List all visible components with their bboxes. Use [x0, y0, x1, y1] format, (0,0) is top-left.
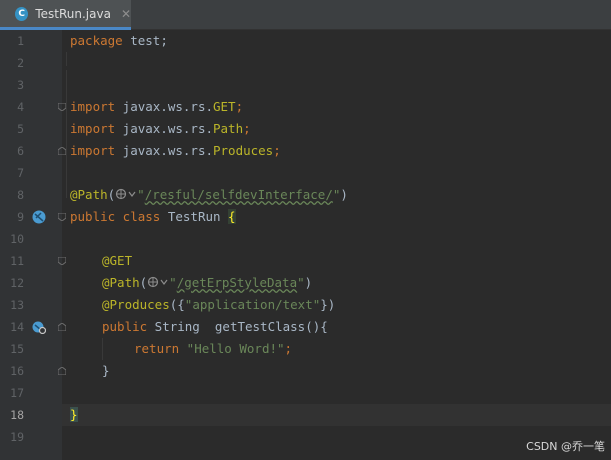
line-number: 18: [10, 408, 24, 422]
line-number: 2: [17, 56, 24, 70]
code-text: import javax.ws.rs.GET;: [70, 99, 244, 114]
code-text: import javax.ws.rs.Path;: [70, 121, 251, 136]
code-text: return "Hello Word!";: [134, 341, 293, 356]
code-line-12: 12 @Path("/getErpStyleData"): [0, 272, 611, 294]
web-service-gutter-icon[interactable]: [32, 210, 46, 224]
code-text: package test;: [70, 33, 168, 48]
line-number: 5: [17, 122, 24, 136]
tab-testrun-java[interactable]: C TestRun.java ✕: [0, 0, 131, 30]
fold-end-marker-icon[interactable]: [58, 323, 66, 331]
code-line-17: 17: [0, 382, 611, 404]
code-line-8: 8 @Path("/resful/selfdevInterface/"): [0, 184, 611, 206]
fold-marker-icon[interactable]: [58, 213, 66, 221]
code-text: import javax.ws.rs.Produces;: [70, 143, 281, 158]
fold-end-marker-icon[interactable]: [58, 147, 66, 155]
fold-end-marker-icon[interactable]: [58, 367, 66, 375]
globe-icon[interactable]: [147, 276, 169, 288]
line-number: 9: [17, 210, 24, 224]
line-number: 11: [10, 254, 24, 268]
line-number: 16: [10, 364, 24, 378]
line-number: 8: [17, 188, 24, 202]
code-text: }: [102, 363, 110, 378]
code-line-5: 5 import javax.ws.rs.Path;: [0, 118, 611, 140]
code-line-6: 6 import javax.ws.rs.Produces;: [0, 140, 611, 162]
line-number: 6: [17, 144, 24, 158]
tab-label: TestRun.java: [35, 6, 111, 21]
code-line-1: 1 package test;: [0, 30, 611, 52]
code-text: @Path("/resful/selfdevInterface/"): [70, 187, 348, 202]
line-number: 14: [10, 320, 24, 334]
code-text: }: [70, 407, 78, 422]
editor-tab-bar: C TestRun.java ✕: [0, 0, 611, 30]
line-number: 10: [10, 232, 24, 246]
line-number: 19: [10, 430, 24, 444]
fold-marker-icon[interactable]: [58, 257, 66, 265]
code-line-4: 4 import javax.ws.rs.GET;: [0, 96, 611, 118]
code-line-14: 14 public String getTestClass(){: [0, 316, 611, 338]
close-icon[interactable]: ✕: [121, 7, 131, 21]
code-line-7: 7: [0, 162, 611, 184]
globe-icon[interactable]: [115, 188, 137, 200]
code-text: public String getTestClass(){: [102, 319, 328, 334]
code-line-15: 15 return "Hello Word!";: [0, 338, 611, 360]
web-method-gutter-icon[interactable]: [32, 320, 46, 334]
code-line-3: 3: [0, 74, 611, 96]
line-number: 15: [10, 342, 24, 356]
code-line-2: 2: [0, 52, 611, 74]
code-text: public class TestRun {: [70, 209, 236, 224]
line-number: 17: [10, 386, 24, 400]
code-line-10: 10: [0, 228, 611, 250]
java-class-icon: C: [15, 6, 29, 21]
watermark: CSDN @乔一笔: [526, 440, 605, 453]
line-number: 3: [17, 78, 24, 92]
line-number: 12: [10, 276, 24, 290]
line-number: 1: [17, 34, 24, 48]
code-line-16: 16 }: [0, 360, 611, 382]
code-text: @Path("/getErpStyleData"): [102, 275, 313, 290]
code-line-11: 11 @GET: [0, 250, 611, 272]
line-number: 13: [10, 298, 24, 312]
code-line-19: 19: [0, 426, 611, 448]
code-text: @GET: [102, 253, 133, 268]
code-line-9: 9 public class TestRun {: [0, 206, 611, 228]
code-text: @Produces({"application/text"}): [102, 297, 336, 312]
line-number: 4: [17, 100, 24, 114]
fold-marker-icon[interactable]: [58, 103, 66, 111]
code-line-13: 13 @Produces({"application/text"}): [0, 294, 611, 316]
code-line-18: 18 }: [0, 404, 611, 426]
line-number: 7: [17, 166, 24, 180]
